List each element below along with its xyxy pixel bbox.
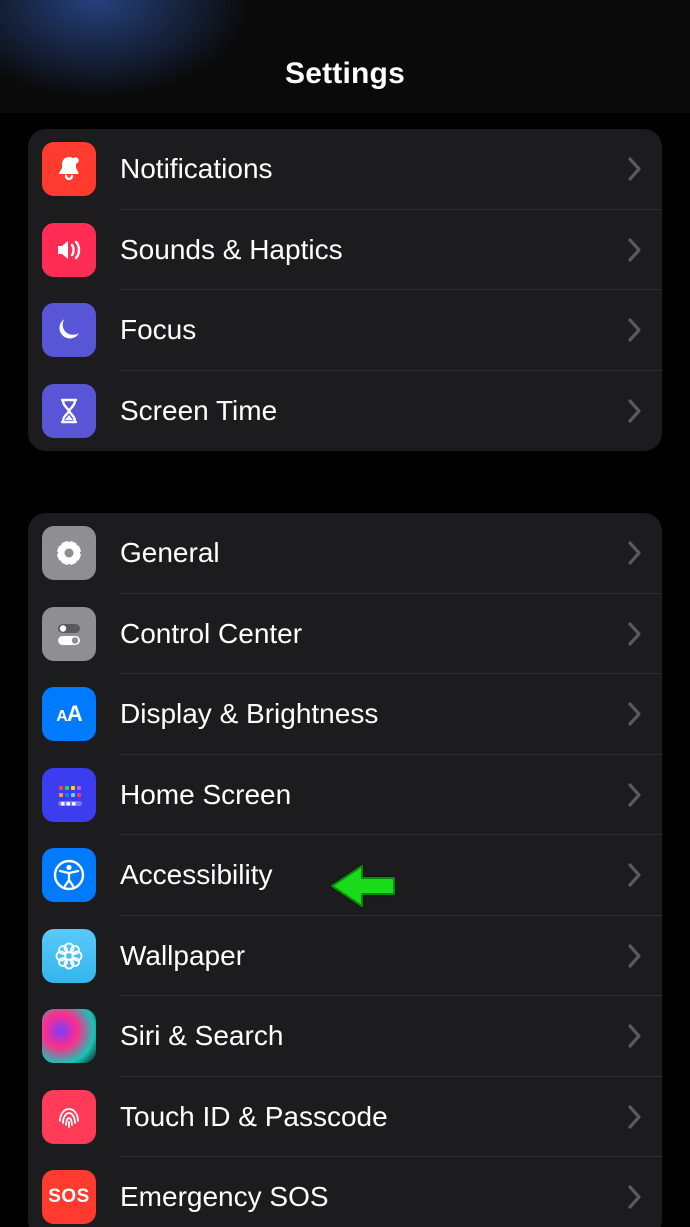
settings-item-focus[interactable]: Focus bbox=[28, 290, 662, 371]
chevron-right-icon bbox=[626, 539, 644, 567]
toggles-icon bbox=[42, 607, 96, 661]
gear-icon bbox=[42, 526, 96, 580]
header: Settings bbox=[0, 0, 690, 113]
settings-item-label: Accessibility bbox=[120, 859, 626, 891]
page-title: Settings bbox=[285, 57, 405, 91]
settings-item-accessibility[interactable]: Accessibility bbox=[28, 835, 662, 916]
accessibility-icon bbox=[42, 848, 96, 902]
chevron-right-icon bbox=[626, 781, 644, 809]
settings-item-label: Focus bbox=[120, 314, 626, 346]
chevron-right-icon bbox=[626, 1103, 644, 1131]
settings-item-label: Notifications bbox=[120, 153, 626, 185]
settings-item-label: Wallpaper bbox=[120, 940, 626, 972]
chevron-right-icon bbox=[626, 155, 644, 183]
settings-item-emergency-sos[interactable]: SOS Emergency SOS bbox=[28, 1157, 662, 1227]
sos-icon: SOS bbox=[42, 1170, 96, 1224]
settings-item-label: Control Center bbox=[120, 618, 626, 650]
aa-icon: AA bbox=[42, 687, 96, 741]
settings-item-sounds-haptics[interactable]: Sounds & Haptics bbox=[28, 210, 662, 291]
settings-group-1: Notifications Sounds & Haptics Focus bbox=[28, 129, 662, 451]
settings-item-label: Siri & Search bbox=[120, 1020, 626, 1052]
settings-item-label: Emergency SOS bbox=[120, 1181, 626, 1213]
moon-icon bbox=[42, 303, 96, 357]
flower-icon bbox=[42, 929, 96, 983]
settings-item-screen-time[interactable]: Screen Time bbox=[28, 371, 662, 452]
chevron-right-icon bbox=[626, 861, 644, 889]
grid-icon bbox=[42, 768, 96, 822]
chevron-right-icon bbox=[626, 236, 644, 264]
chevron-right-icon bbox=[626, 397, 644, 425]
settings-item-label: Home Screen bbox=[120, 779, 626, 811]
settings-item-label: Display & Brightness bbox=[120, 698, 626, 730]
settings-item-control-center[interactable]: Control Center bbox=[28, 594, 662, 675]
chevron-right-icon bbox=[626, 942, 644, 970]
chevron-right-icon bbox=[626, 1183, 644, 1211]
settings-item-label: Touch ID & Passcode bbox=[120, 1101, 626, 1133]
settings-item-display-brightness[interactable]: AA Display & Brightness bbox=[28, 674, 662, 755]
settings-item-label: Screen Time bbox=[120, 395, 626, 427]
chevron-right-icon bbox=[626, 316, 644, 344]
settings-item-siri-search[interactable]: Siri & Search bbox=[28, 996, 662, 1077]
chevron-right-icon bbox=[626, 700, 644, 728]
settings-item-notifications[interactable]: Notifications bbox=[28, 129, 662, 210]
fingerprint-icon bbox=[42, 1090, 96, 1144]
settings-item-home-screen[interactable]: Home Screen bbox=[28, 755, 662, 836]
hourglass-icon bbox=[42, 384, 96, 438]
bell-icon bbox=[42, 142, 96, 196]
settings-group-2: General Control Center AA Display & Brig bbox=[28, 513, 662, 1227]
chevron-right-icon bbox=[626, 620, 644, 648]
settings-item-label: General bbox=[120, 537, 626, 569]
settings-item-touch-id-passcode[interactable]: Touch ID & Passcode bbox=[28, 1077, 662, 1158]
siri-icon bbox=[42, 1009, 96, 1063]
speaker-icon bbox=[42, 223, 96, 277]
settings-content: Notifications Sounds & Haptics Focus bbox=[0, 113, 690, 1227]
chevron-right-icon bbox=[626, 1022, 644, 1050]
settings-item-label: Sounds & Haptics bbox=[120, 234, 626, 266]
settings-item-wallpaper[interactable]: Wallpaper bbox=[28, 916, 662, 997]
settings-item-general[interactable]: General bbox=[28, 513, 662, 594]
